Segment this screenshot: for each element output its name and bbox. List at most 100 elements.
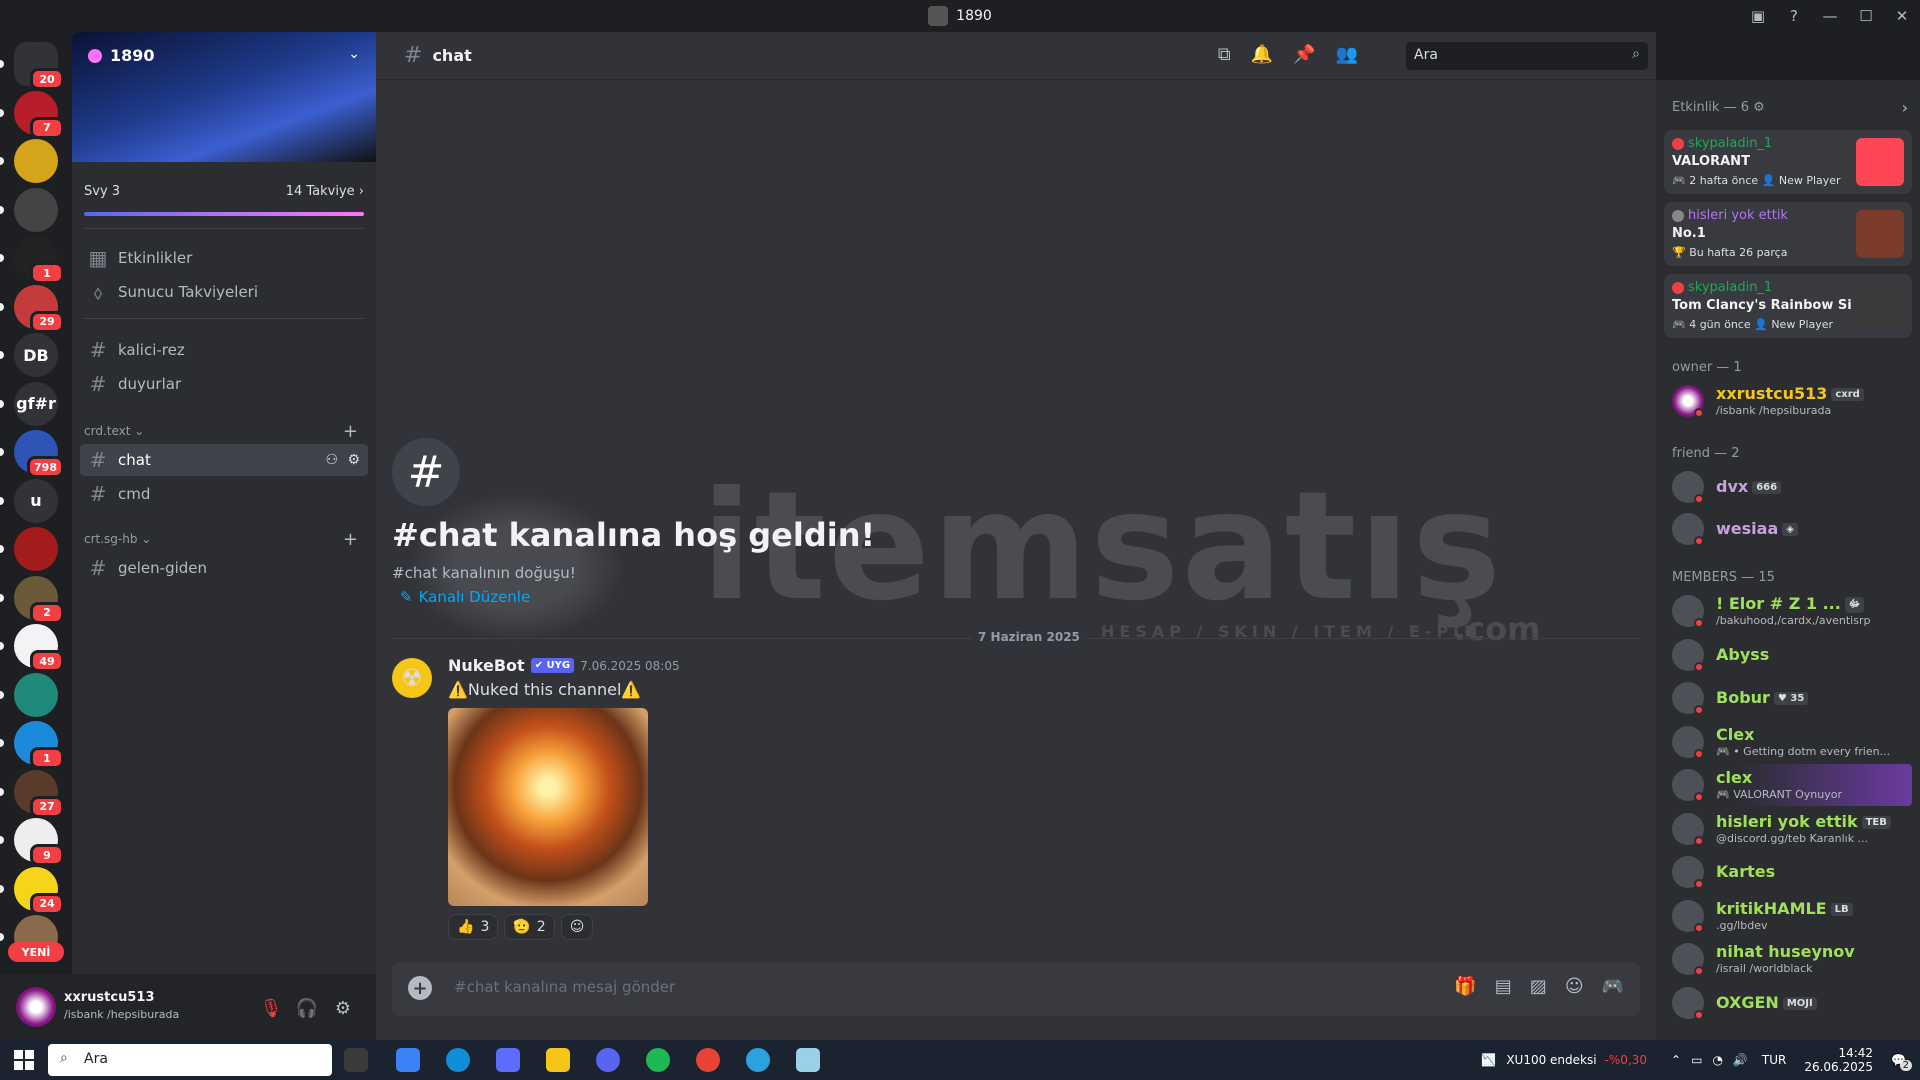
activity-card[interactable]: skypaladin_1 VALORANT 🎮 2 hafta önce 👤 N…: [1664, 130, 1912, 194]
gif-icon[interactable]: ▤: [1495, 976, 1512, 997]
bell-icon[interactable]: 🔔: [1251, 44, 1273, 65]
channel-settings-icon[interactable]: ⚙: [347, 452, 360, 468]
add-channel-icon[interactable]: +: [343, 529, 358, 550]
member-item[interactable]: clex 🎮 VALORANT Oynuyor: [1664, 764, 1912, 806]
search-input[interactable]: Ara ⌕: [1406, 42, 1648, 70]
server-item[interactable]: [14, 187, 58, 232]
sticker-icon[interactable]: ▨: [1530, 976, 1547, 997]
chevron-right-icon[interactable]: ›: [1902, 98, 1908, 117]
telegram-icon[interactable]: [746, 1048, 770, 1072]
server-name[interactable]: 1890: [88, 46, 155, 65]
notepad-icon[interactable]: [796, 1048, 820, 1072]
add-channel-icon[interactable]: +: [343, 421, 358, 442]
windows-start-icon[interactable]: [14, 1050, 34, 1070]
chevron-down-icon[interactable]: ⌄: [348, 46, 360, 62]
message-composer[interactable]: + #chat kanalına mesaj gönder 🎁 ▤ ▨ ☺ 🎮: [392, 962, 1640, 1016]
help-icon[interactable]: ?: [1776, 7, 1812, 25]
maximize-button[interactable]: ☐: [1848, 7, 1884, 25]
members-icon[interactable]: 👥: [1336, 44, 1358, 65]
server-item[interactable]: 49: [14, 624, 64, 672]
battery-icon[interactable]: ▭: [1691, 1053, 1702, 1067]
pin-icon[interactable]: 📌: [1293, 44, 1315, 65]
add-reaction-button[interactable]: ☺: [560, 914, 594, 940]
chrome-icon[interactable]: [696, 1048, 720, 1072]
category-crt-sg-hb[interactable]: crt.sg-hb ⌄ +: [84, 529, 364, 550]
attach-plus-icon[interactable]: +: [408, 976, 432, 1000]
close-button[interactable]: ✕: [1884, 7, 1920, 25]
channel-cmd[interactable]: # cmd: [80, 478, 368, 510]
reaction-thumbs-up[interactable]: 👍 3: [448, 914, 499, 940]
reaction-salute[interactable]: 🫡 2: [504, 914, 555, 940]
mute-mic-icon[interactable]: 🎙: [257, 994, 285, 1022]
member-item[interactable]: hisleri yok ettik TEB @discord.gg/teb Kara…: [1664, 808, 1912, 850]
task-view-icon[interactable]: [344, 1048, 368, 1072]
copilot-icon[interactable]: [396, 1048, 420, 1072]
boost-level[interactable]: Svy 3 14 Takviye ›: [84, 184, 364, 199]
member-item[interactable]: Clex 🎮 • Getting dotm every frien...: [1664, 721, 1912, 763]
spotify-icon[interactable]: [646, 1048, 670, 1072]
clock[interactable]: 14:42 26.06.2025: [1804, 1046, 1873, 1074]
nuke-image[interactable]: [448, 708, 648, 906]
server-item[interactable]: 24: [14, 866, 64, 915]
server-item[interactable]: gf#r: [14, 381, 58, 426]
server-item[interactable]: 29: [14, 284, 64, 333]
explorer-icon[interactable]: [546, 1048, 570, 1072]
gamepad-icon[interactable]: 🎮: [1602, 976, 1624, 997]
server-boosts-item[interactable]: ⬨ Sunucu Takviyeleri: [80, 276, 368, 308]
channel-duyurlar[interactable]: # duyurlar: [80, 368, 368, 400]
edge-icon[interactable]: [446, 1048, 470, 1072]
member-item[interactable]: nihat huseynov/israil /worldblack: [1664, 938, 1912, 980]
invite-icon[interactable]: ⚇: [325, 452, 338, 468]
server-item[interactable]: [14, 672, 58, 717]
inbox-icon[interactable]: ▣: [1740, 7, 1776, 25]
language-indicator[interactable]: TUR: [1762, 1053, 1786, 1067]
message-avatar[interactable]: ☢: [392, 658, 432, 698]
server-item[interactable]: DB: [14, 333, 58, 377]
wifi-icon[interactable]: ◔: [1712, 1053, 1722, 1067]
server-item[interactable]: 798: [14, 430, 64, 478]
server-item[interactable]: 7: [14, 90, 64, 139]
member-item[interactable]: Abyss: [1664, 634, 1912, 676]
minimize-button[interactable]: —: [1812, 7, 1848, 25]
emoji-icon[interactable]: ☺: [1565, 976, 1584, 997]
threads-icon[interactable]: ⧉: [1218, 44, 1231, 65]
notification-icon[interactable]: 💬 2: [1891, 1053, 1912, 1071]
server-item[interactable]: 2: [14, 575, 64, 624]
channel-chat[interactable]: # chat ⚙ ⚇: [80, 444, 368, 476]
events-item[interactable]: ▦ Etkinlikler: [80, 242, 368, 274]
tray-expand-icon[interactable]: ⌃: [1671, 1053, 1681, 1067]
server-item[interactable]: u: [14, 478, 58, 523]
channel-gelen-giden[interactable]: # gelen-giden: [80, 552, 368, 584]
taskbar-search[interactable]: ⌕ Ara: [48, 1044, 332, 1076]
server-item[interactable]: 1: [14, 721, 64, 769]
activity-card[interactable]: hisleri yok ettik No.1 🏆 Bu hafta 26 par…: [1664, 202, 1912, 266]
server-item[interactable]: 1: [14, 236, 64, 284]
member-item[interactable]: Bobur ♥ 35: [1664, 677, 1912, 719]
member-item[interactable]: Kartes: [1664, 851, 1912, 893]
discord-icon[interactable]: [596, 1048, 620, 1072]
avatar[interactable]: [16, 987, 56, 1027]
category-crd-text[interactable]: crd.text ⌄ +: [84, 421, 364, 442]
channel-kalici-rez[interactable]: # kalici-rez: [80, 334, 368, 366]
member-item[interactable]: dvx 666: [1664, 466, 1912, 508]
message-author[interactable]: NukeBot: [448, 656, 525, 675]
member-item[interactable]: wesiaa ◈: [1664, 508, 1912, 550]
gear-icon[interactable]: ⚙: [329, 994, 357, 1022]
server-item[interactable]: 9: [14, 818, 64, 866]
edit-channel-link[interactable]: ✎ Kanalı Düzenle: [400, 588, 530, 606]
new-servers-badge[interactable]: YENİ: [8, 942, 64, 962]
member-item[interactable]: ! Elor # Z 1 ... ﷻ/bakuhood,/cardx,/avent…: [1664, 590, 1912, 632]
member-item[interactable]: OXGEN MOJI: [1664, 982, 1912, 1024]
member-item[interactable]: xxrustcu513 cxrd /isbank /hepsiburada: [1664, 380, 1912, 422]
member-item[interactable]: kritikHAMLE LB .gg/lbdev: [1664, 895, 1912, 937]
stock-name[interactable]: XU100 endeksi: [1506, 1053, 1596, 1067]
server-item[interactable]: [14, 139, 58, 183]
server-item[interactable]: 20: [14, 42, 64, 90]
store-icon[interactable]: [496, 1048, 520, 1072]
headphones-icon[interactable]: 🎧: [293, 994, 321, 1022]
gift-icon[interactable]: 🎁: [1454, 976, 1476, 997]
server-item[interactable]: [14, 527, 58, 571]
server-item[interactable]: 27: [14, 769, 64, 818]
volume-icon[interactable]: 🔊: [1733, 1053, 1748, 1067]
activity-card[interactable]: skypaladin_1 Tom Clancy's Rainbow Six ..…: [1664, 274, 1912, 338]
